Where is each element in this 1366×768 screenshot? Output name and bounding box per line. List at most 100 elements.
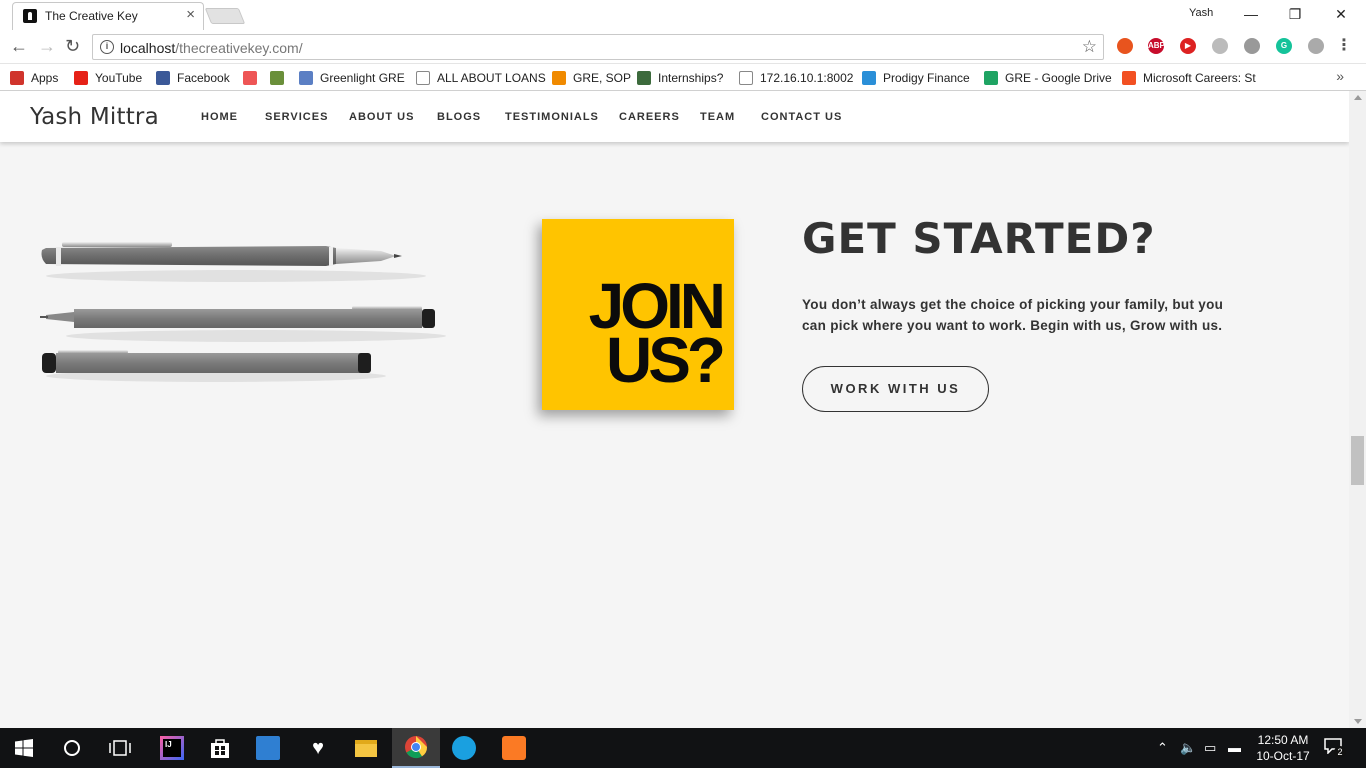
bookmark-icon (637, 70, 651, 85)
cortana-circle-icon (64, 740, 80, 756)
bookmark-item[interactable]: Facebook (156, 69, 230, 86)
nav-blogs[interactable]: BLOGS (437, 111, 481, 123)
forward-icon[interactable]: → (38, 36, 56, 56)
taskbar-intellij[interactable]: IJ (148, 728, 196, 768)
new-tab-button[interactable] (204, 8, 246, 24)
minimize-button[interactable]: — (1228, 0, 1274, 28)
bookmark-icon (1122, 70, 1136, 85)
browser-toolbar: ← → ↻ i localhost/thecreativekey.com/ ☆ … (0, 30, 1366, 64)
grammarly-icon[interactable]: G (1276, 38, 1292, 54)
bookmark-item[interactable]: Apps (10, 69, 58, 86)
nav-home[interactable]: HOME (201, 111, 238, 123)
address-bar[interactable]: i localhost/thecreativekey.com/ ☆ (92, 34, 1104, 60)
camera-icon[interactable] (1308, 38, 1324, 54)
network-app-icon (452, 736, 476, 760)
task-view-button[interactable] (96, 728, 144, 768)
site-brand[interactable]: Yash Mittra (30, 104, 159, 130)
taskbar-chrome[interactable] (392, 728, 440, 768)
bookmark-star-icon[interactable]: ☆ (1082, 37, 1097, 57)
bookmarks-overflow-icon[interactable]: » (1336, 68, 1344, 84)
network-icon[interactable]: ▭ (1204, 740, 1216, 756)
nav-team[interactable]: TEAM (700, 111, 735, 123)
work-with-us-button[interactable]: WORK WITH US (802, 366, 989, 412)
film-app-icon (256, 736, 280, 760)
tray-chevron-up-icon[interactable]: ⌃ (1157, 740, 1168, 756)
bookmark-item[interactable]: Greenlight GRE (299, 69, 405, 86)
join-us-text: JOIN US? (588, 270, 726, 396)
battery-icon[interactable]: ▬ (1228, 740, 1241, 755)
notification-count: 2 (1334, 746, 1346, 758)
windows-logo-icon (15, 739, 33, 757)
task-view-icon (109, 740, 131, 756)
url-text[interactable]: localhost/thecreativekey.com/ (120, 40, 303, 56)
nav-services[interactable]: SERVICES (265, 111, 328, 123)
browser-menu-icon[interactable]: ⋮ (1336, 36, 1352, 56)
taskbar-clock[interactable]: 12:50 AM 10-Oct-17 (1250, 732, 1316, 764)
reload-icon[interactable]: ↻ (65, 36, 80, 56)
volume-icon[interactable]: 🔈 (1180, 740, 1196, 756)
bookmark-label: Internships? (658, 70, 724, 85)
page-scrollbar[interactable] (1349, 91, 1366, 728)
bookmark-item[interactable]: 172.16.10.1:8002 (739, 69, 853, 86)
nav-testimonials[interactable]: TESTIMONIALS (505, 111, 599, 123)
taskbar-store[interactable] (196, 728, 244, 768)
bookmark-label: YouTube (95, 70, 143, 85)
bookmark-item[interactable] (243, 69, 257, 86)
bookmark-item[interactable]: Internships? (637, 69, 723, 86)
browser-tab[interactable]: The Creative Key × (12, 2, 204, 30)
extension-gray-icon[interactable] (1212, 38, 1228, 54)
cortana-button[interactable] (48, 728, 96, 768)
bookmark-item[interactable]: ALL ABOUT LOANS (416, 69, 546, 86)
scroll-up-icon[interactable] (1354, 95, 1362, 100)
clock-time: 12:50 AM (1257, 733, 1309, 747)
bookmark-item[interactable]: Microsoft Careers: St (1122, 69, 1256, 86)
bookmark-label: ALL ABOUT LOANS (437, 70, 546, 85)
extension-gray-2-icon[interactable] (1244, 38, 1260, 54)
bookmark-icon (74, 70, 88, 85)
action-center-button[interactable]: 2 (1324, 738, 1346, 758)
bookmark-label: 172.16.10.1:8002 (760, 70, 854, 85)
profile-name[interactable]: Yash (1189, 7, 1213, 19)
pens-image (40, 242, 446, 382)
adblock-plus-icon[interactable]: ABP (1148, 38, 1165, 54)
bookmark-label: Facebook (177, 70, 230, 85)
extension-fire-icon[interactable] (1117, 38, 1133, 54)
nav-contact-us[interactable]: CONTACT US (761, 111, 842, 123)
taskbar-film-app[interactable] (244, 728, 292, 768)
taskbar-xampp[interactable] (490, 728, 538, 768)
bookmark-icon (416, 70, 430, 85)
page-viewport: Yash Mittra HOME SERVICES ABOUT US BLOGS… (0, 91, 1349, 728)
bookmark-label: Apps (31, 70, 59, 85)
bookmark-item[interactable] (270, 69, 284, 86)
bookmark-item[interactable]: GRE, SOP (552, 69, 631, 86)
bookmark-icon (862, 70, 876, 85)
back-icon[interactable]: ← (10, 36, 28, 56)
scrollbar-thumb[interactable] (1351, 436, 1364, 485)
bookmark-icon (552, 70, 566, 85)
bookmark-item[interactable]: GRE - Google Drive (984, 69, 1112, 86)
scroll-down-icon[interactable] (1354, 719, 1362, 724)
store-icon (211, 739, 229, 758)
nav-careers[interactable]: CAREERS (619, 111, 680, 123)
bookmark-label: Microsoft Careers: St (1143, 70, 1256, 85)
taskbar-network-app[interactable] (440, 728, 488, 768)
taskbar-iheartradio[interactable]: ♥ (294, 728, 342, 768)
restore-button[interactable]: ❐ (1272, 0, 1318, 28)
clock-date: 10-Oct-17 (1256, 749, 1310, 763)
bookmark-item[interactable]: YouTube (74, 69, 142, 86)
site-info-icon[interactable]: i (100, 40, 114, 54)
bookmark-icon (10, 70, 24, 85)
chrome-icon (405, 736, 428, 759)
bookmark-label: GRE - Google Drive (1005, 70, 1112, 85)
intellij-icon: IJ (160, 736, 184, 760)
start-button[interactable] (0, 728, 48, 768)
taskbar-file-explorer[interactable] (342, 728, 390, 768)
nav-about-us[interactable]: ABOUT US (349, 111, 414, 123)
bookmark-item[interactable]: Prodigy Finance (862, 69, 970, 86)
bookmark-icon (156, 70, 170, 85)
extension-red-play-icon[interactable]: ▶ (1180, 38, 1196, 54)
tab-close-button[interactable]: × (186, 7, 195, 23)
close-window-button[interactable]: ✕ (1318, 0, 1364, 28)
folder-icon (355, 739, 377, 757)
xampp-icon (502, 736, 526, 760)
